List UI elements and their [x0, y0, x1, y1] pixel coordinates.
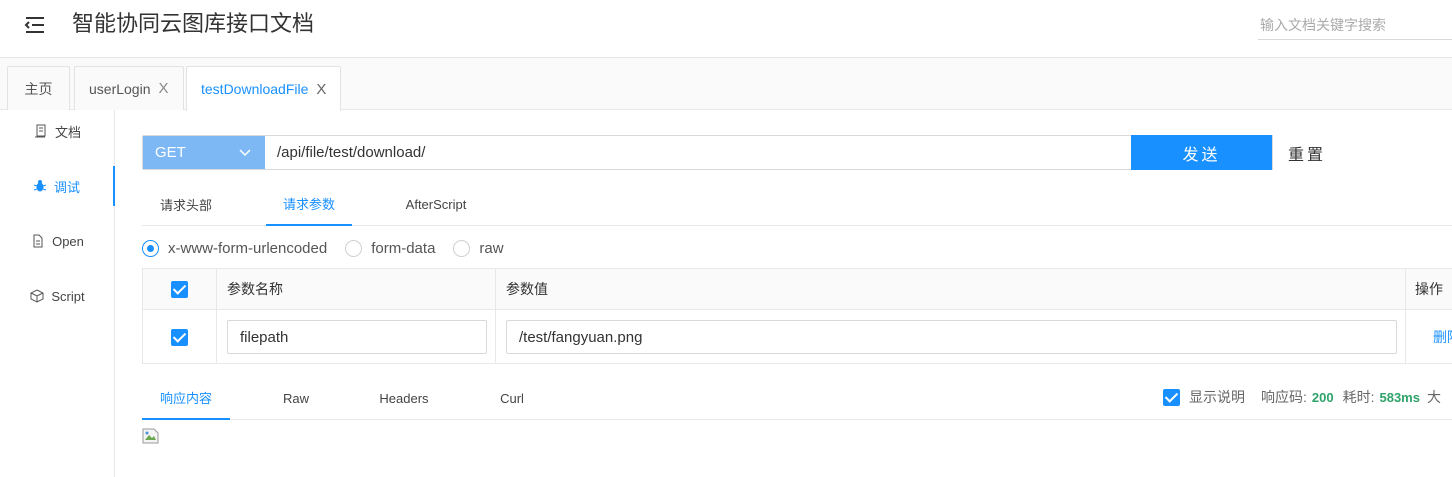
method-select[interactable]: GET	[143, 136, 265, 169]
sidebar-item-label: 调试	[53, 179, 80, 195]
sidebar-item-label: Open	[52, 233, 84, 249]
column-header-name: 参数名称	[217, 269, 496, 309]
param-action-cell: 删除	[1406, 310, 1452, 364]
sidebar-item-debug[interactable]: 调试	[0, 166, 115, 206]
radio-unchecked-icon	[345, 239, 363, 257]
file-icon	[33, 234, 43, 248]
tab-raw[interactable]: Raw	[266, 376, 326, 420]
table-row: 删除	[143, 310, 1452, 364]
search-input[interactable]	[1258, 10, 1452, 40]
tab-label: testDownloadFile	[201, 81, 309, 97]
app-title: 智能协同云图库接口文档	[72, 11, 315, 36]
url-input[interactable]	[265, 136, 1131, 169]
sidebar-item-script[interactable]: Script	[0, 276, 115, 316]
sidebar-item-docs[interactable]: 文档	[0, 111, 115, 151]
tab-headers[interactable]: Headers	[366, 376, 442, 420]
code-sandbox-icon	[30, 289, 44, 303]
top-header: 智能协同云图库接口文档	[0, 0, 1452, 58]
tab-home[interactable]: 主页	[7, 66, 70, 110]
sidebar-item-label: Script	[51, 288, 85, 304]
response-meta: 显示说明 响应码: 200 耗时: 583ms 大	[1163, 386, 1441, 408]
size-label: 大	[1426, 389, 1441, 405]
menu-fold-icon[interactable]	[24, 14, 46, 36]
radio-label: form-data	[371, 239, 436, 257]
select-all-checkbox[interactable]	[171, 280, 188, 298]
broken-image-icon	[142, 428, 159, 444]
tab-userlogin[interactable]: userLogin X	[74, 66, 184, 110]
page-tab-bar: 主页 userLogin X testDownloadFile X	[0, 58, 1452, 111]
radio-unchecked-icon	[453, 239, 471, 257]
header-checkbox-cell	[143, 269, 217, 309]
param-name-cell	[217, 310, 496, 364]
row-checkbox[interactable]	[171, 328, 188, 346]
radio-label: x-www-form-urlencoded	[168, 239, 328, 257]
close-icon[interactable]: X	[316, 81, 326, 98]
param-value-input[interactable]	[506, 320, 1397, 354]
column-header-action: 操作	[1415, 281, 1443, 297]
tab-request-headers[interactable]: 请求头部	[142, 182, 230, 226]
request-tabs: 请求头部 请求参数 AfterScript	[142, 182, 1452, 226]
bug-icon	[33, 180, 47, 192]
params-table: 参数名称 参数值 操作 删除	[142, 268, 1452, 364]
sidebar-item-label: 文档	[54, 124, 81, 140]
elapsed-time-label: 耗时:	[1342, 389, 1375, 405]
content-type-radios: x-www-form-urlencoded form-data raw	[142, 238, 522, 258]
document-icon	[34, 124, 46, 138]
param-value-cell	[496, 310, 1406, 364]
status-code-label: 响应码:	[1261, 389, 1307, 405]
radio-urlencoded[interactable]: x-www-form-urlencoded	[142, 239, 328, 257]
param-name-input[interactable]	[227, 320, 487, 354]
show-description-label: 显示说明	[1189, 389, 1245, 405]
sidebar: 文档 调试 Open Script	[0, 110, 115, 477]
radio-checked-icon	[142, 239, 159, 257]
row-checkbox-cell	[143, 310, 217, 364]
method-value: GET	[155, 144, 186, 161]
tab-label: userLogin	[89, 80, 151, 97]
radio-form-data[interactable]: form-data	[345, 239, 436, 257]
sidebar-item-open[interactable]: Open	[0, 221, 115, 261]
tab-testdownloadfile[interactable]: testDownloadFile X	[186, 66, 342, 111]
send-button[interactable]: 发送	[1131, 135, 1272, 170]
tab-request-params[interactable]: 请求参数	[266, 182, 352, 226]
elapsed-time-value: 583ms	[1379, 389, 1420, 405]
radio-label: raw	[479, 239, 504, 257]
status-code-value: 200	[1311, 389, 1334, 405]
request-url-bar: GET 发送 重置	[142, 135, 1341, 170]
radio-raw[interactable]: raw	[453, 239, 504, 257]
close-icon[interactable]: X	[159, 80, 169, 97]
column-header-value: 参数值	[496, 269, 1406, 309]
show-description-checkbox[interactable]	[1163, 388, 1180, 406]
tab-response-content[interactable]: 响应内容	[142, 376, 230, 420]
reset-button[interactable]: 重置	[1272, 135, 1341, 170]
tab-after-script[interactable]: AfterScript	[396, 182, 476, 226]
tab-curl[interactable]: Curl	[486, 376, 538, 420]
table-header: 参数名称 参数值 操作	[143, 269, 1452, 310]
delete-param-link[interactable]: 删除	[1433, 327, 1452, 347]
chevron-down-icon	[239, 149, 251, 157]
tab-label: 主页	[24, 80, 53, 97]
